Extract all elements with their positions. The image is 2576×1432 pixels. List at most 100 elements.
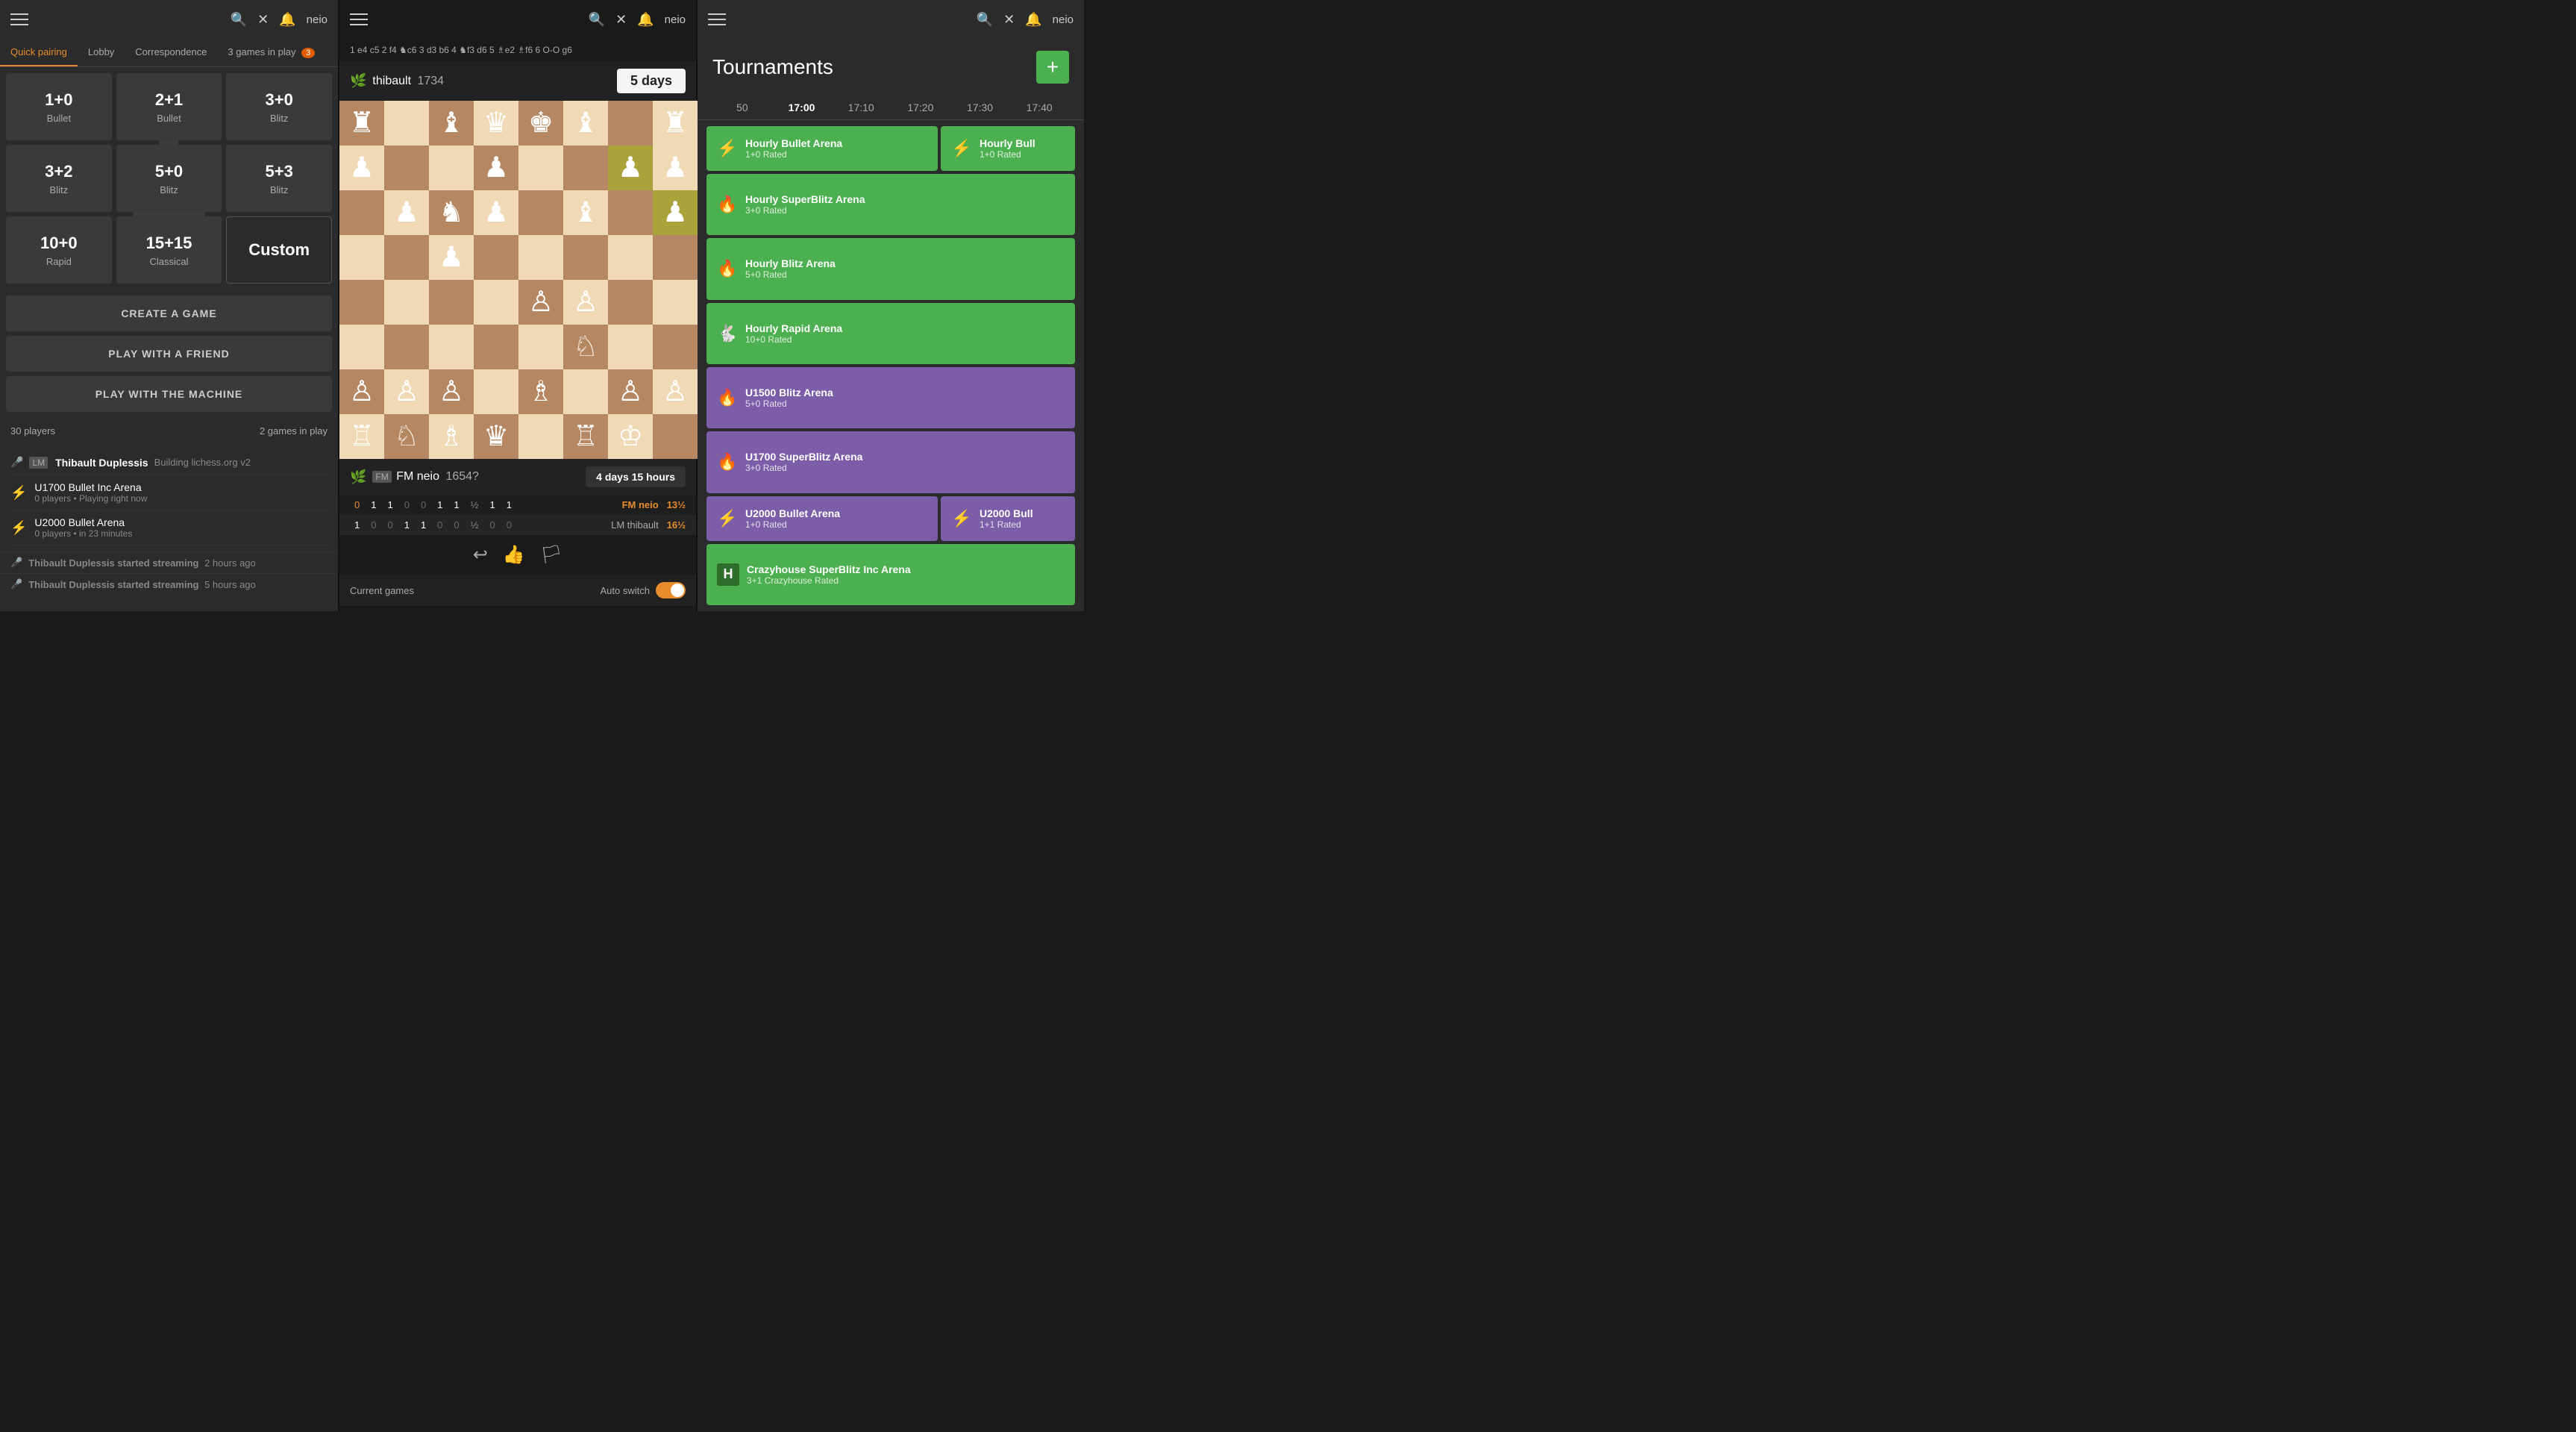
pairing-2-1[interactable]: 2+1 Bullet (116, 73, 222, 140)
square-h5[interactable] (653, 235, 698, 280)
square-c1[interactable]: ♗ (429, 414, 474, 459)
square-h3[interactable] (653, 325, 698, 369)
pairing-5-3[interactable]: 5+3 Blitz (226, 145, 332, 212)
square-b2[interactable]: ♙ (384, 369, 429, 414)
menu-icon-right[interactable] (708, 13, 726, 25)
square-d2[interactable] (474, 369, 518, 414)
square-g8[interactable] (608, 101, 653, 146)
thumbsup-button[interactable]: 👍 (503, 544, 525, 566)
tournament-hourly-bullet-2[interactable]: ⚡ Hourly Bull 1+0 Rated (941, 126, 1075, 171)
tournament-u1700[interactable]: 🔥 U1700 SuperBlitz Arena 3+0 Rated (706, 431, 1075, 493)
undo-button[interactable]: ↩ (473, 544, 488, 566)
add-tournament-button[interactable]: + (1036, 51, 1069, 84)
square-b3[interactable] (384, 325, 429, 369)
tab-quick-pairing[interactable]: Quick pairing (0, 39, 78, 66)
pairing-3-2[interactable]: 3+2 Blitz (6, 145, 112, 212)
tournament-u1500[interactable]: 🔥 U1500 Blitz Arena 5+0 Rated (706, 367, 1075, 428)
square-g4[interactable] (608, 280, 653, 325)
square-c5[interactable]: ♟ (429, 235, 474, 280)
square-a4[interactable] (339, 280, 384, 325)
bell-icon-mid[interactable]: 🔔 (637, 12, 654, 28)
search-icon-right[interactable]: 🔍 (977, 12, 993, 28)
square-f5[interactable] (563, 235, 608, 280)
square-b4[interactable] (384, 280, 429, 325)
tournament-superblitz[interactable]: 🔥 Hourly SuperBlitz Arena 3+0 Rated (706, 174, 1075, 235)
square-d5[interactable] (474, 235, 518, 280)
square-b1[interactable]: ♘ (384, 414, 429, 459)
search-icon[interactable]: 🔍 (231, 12, 247, 28)
square-d1[interactable]: ♛ (474, 414, 518, 459)
square-c3[interactable] (429, 325, 474, 369)
tournament-rapid[interactable]: 🐇 Hourly Rapid Arena 10+0 Rated (706, 303, 1075, 364)
square-g6[interactable] (608, 190, 653, 235)
tab-correspondence[interactable]: Correspondence (125, 39, 217, 66)
square-b7[interactable] (384, 146, 429, 190)
square-f2[interactable] (563, 369, 608, 414)
square-a1[interactable]: ♖ (339, 414, 384, 459)
search-icon-mid[interactable]: 🔍 (589, 12, 605, 28)
square-f3[interactable]: ♘ (563, 325, 608, 369)
square-f6[interactable]: ♝ (563, 190, 608, 235)
square-h1[interactable] (653, 414, 698, 459)
square-c6[interactable]: ♞ (429, 190, 474, 235)
square-b6[interactable]: ♟ (384, 190, 429, 235)
square-e1[interactable] (518, 414, 563, 459)
square-c8[interactable]: ♝ (429, 101, 474, 146)
tournament-blitz[interactable]: 🔥 Hourly Blitz Arena 5+0 Rated (706, 238, 1075, 299)
flag-button[interactable]: 🏳 (540, 544, 562, 566)
square-a2[interactable]: ♙ (339, 369, 384, 414)
event-u2000[interactable]: ⚡ U2000 Bullet Arena 0 players • in 23 m… (10, 510, 328, 545)
square-h4[interactable] (653, 280, 698, 325)
pairing-15-15[interactable]: 15+15 Classical (116, 216, 222, 284)
square-d3[interactable] (474, 325, 518, 369)
square-f8[interactable]: ♝ (563, 101, 608, 146)
square-e4[interactable]: ♙ (518, 280, 563, 325)
square-f7[interactable] (563, 146, 608, 190)
square-d8[interactable]: ♛ (474, 101, 518, 146)
pairing-1-0[interactable]: 1+0 Bullet (6, 73, 112, 140)
pairing-10-0[interactable]: 10+0 Rapid (6, 216, 112, 284)
square-b5[interactable] (384, 235, 429, 280)
square-d6[interactable]: ♟ (474, 190, 518, 235)
square-h6[interactable]: ♟ (653, 190, 698, 235)
close-icon-mid[interactable]: ✕ (615, 12, 627, 28)
bell-icon-right[interactable]: 🔔 (1025, 12, 1041, 28)
square-a6[interactable] (339, 190, 384, 235)
square-f1[interactable]: ♖ (563, 414, 608, 459)
lobby-user-name[interactable]: Thibault Duplessis (55, 457, 148, 469)
play-machine-button[interactable]: PLAY WITH THE MACHINE (6, 376, 332, 412)
menu-icon[interactable] (10, 13, 28, 25)
square-b8[interactable] (384, 101, 429, 146)
square-c4[interactable] (429, 280, 474, 325)
square-g7[interactable]: ♟ (608, 146, 653, 190)
square-g5[interactable] (608, 235, 653, 280)
square-d7[interactable]: ♟ (474, 146, 518, 190)
square-e2[interactable]: ♗ (518, 369, 563, 414)
square-a5[interactable] (339, 235, 384, 280)
play-friend-button[interactable]: PLAY WITH A FRIEND (6, 336, 332, 372)
square-e7[interactable] (518, 146, 563, 190)
square-e6[interactable] (518, 190, 563, 235)
square-e8[interactable]: ♚ (518, 101, 563, 146)
tab-games-in-play[interactable]: 3 games in play 3 (217, 39, 325, 66)
pairing-custom[interactable]: Custom (226, 216, 332, 284)
tournament-hourly-bullet[interactable]: ⚡ Hourly Bullet Arena 1+0 Rated (706, 126, 938, 171)
square-g3[interactable] (608, 325, 653, 369)
event-u1700[interactable]: ⚡ U1700 Bullet Inc Arena 0 players • Pla… (10, 475, 328, 510)
square-a3[interactable] (339, 325, 384, 369)
square-e5[interactable] (518, 235, 563, 280)
tab-lobby[interactable]: Lobby (78, 39, 125, 66)
chess-board[interactable]: ♜ ♝ ♛ ♚ ♝ ♜ ♟ ♟ ♟ ♟ ♟ ♞ ♟ ♝ ♟ (339, 101, 698, 459)
tournament-u2000-bullet[interactable]: ⚡ U2000 Bullet Arena 1+0 Rated (706, 496, 938, 541)
square-d4[interactable] (474, 280, 518, 325)
square-c7[interactable] (429, 146, 474, 190)
bell-icon[interactable]: 🔔 (279, 12, 295, 28)
tournament-crazyhouse[interactable]: H Crazyhouse SuperBlitz Inc Arena 3+1 Cr… (706, 544, 1075, 605)
square-e3[interactable] (518, 325, 563, 369)
menu-icon-mid[interactable] (350, 13, 368, 25)
square-a7[interactable]: ♟ (339, 146, 384, 190)
square-g2[interactable]: ♙ (608, 369, 653, 414)
square-a8[interactable]: ♜ (339, 101, 384, 146)
close-icon[interactable]: ✕ (257, 12, 269, 28)
square-g1[interactable]: ♔ (608, 414, 653, 459)
